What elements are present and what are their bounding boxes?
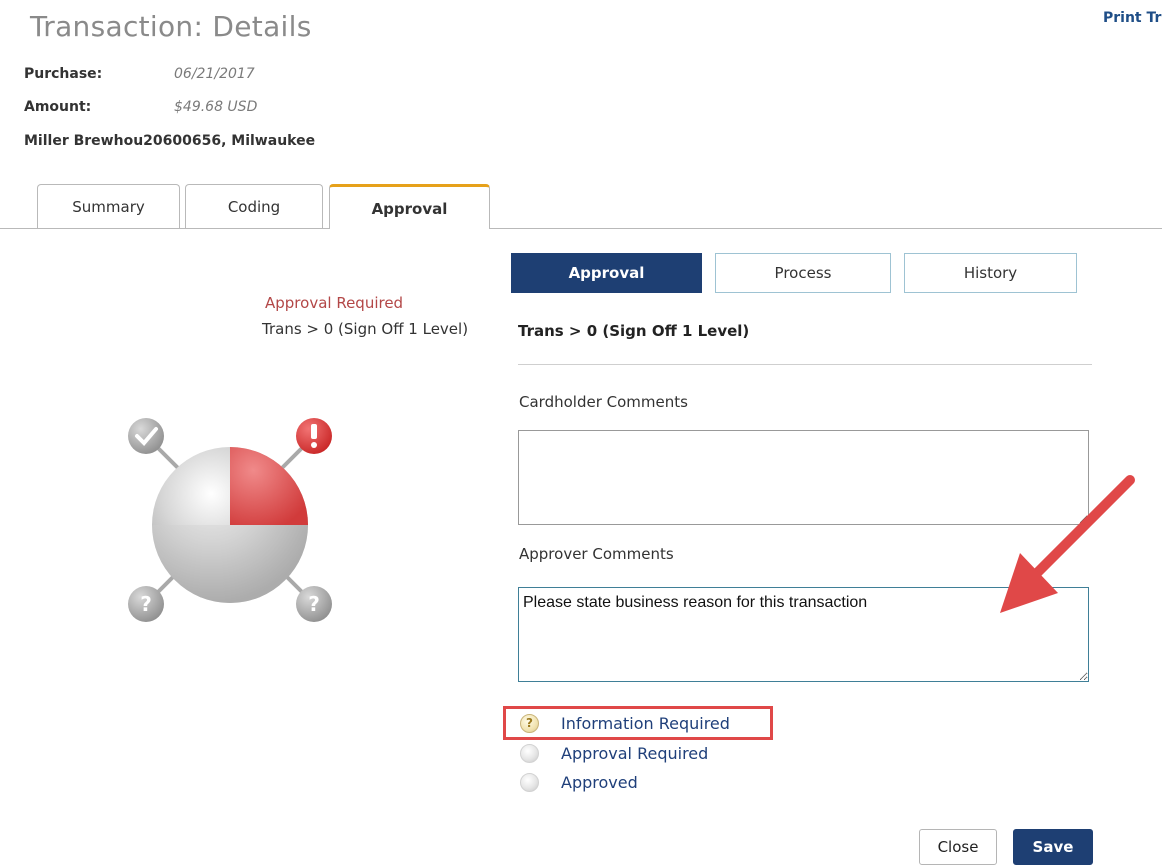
radio-empty-icon[interactable] <box>520 743 539 763</box>
page-title: Transaction: Details <box>30 10 312 43</box>
question-icon: ? <box>128 586 164 622</box>
subtab-process[interactable]: Process <box>715 253 891 293</box>
option-label: Approval Required <box>561 743 709 763</box>
approval-sphere-graphic: ? ? <box>120 410 340 630</box>
red-arrow-annotation <box>990 465 1150 630</box>
amount-label: Amount: <box>24 99 92 115</box>
tab-coding[interactable]: Coding <box>185 184 323 228</box>
svg-text:?: ? <box>308 592 320 616</box>
svg-text:?: ? <box>140 592 152 616</box>
save-button[interactable]: Save <box>1013 829 1093 865</box>
close-button[interactable]: Close <box>919 829 997 865</box>
check-icon <box>128 418 164 454</box>
cardholder-comments-label: Cardholder Comments <box>519 393 688 411</box>
option-label: Approved <box>561 772 638 792</box>
rule-heading: Trans > 0 (Sign Off 1 Level) <box>518 322 750 340</box>
question-icon: ? <box>296 586 332 622</box>
question-icon[interactable]: ? <box>520 713 539 733</box>
purchase-label: Purchase: <box>24 66 103 82</box>
merchant-name: Miller Brewhou20600656, Milwaukee <box>24 133 316 149</box>
section-divider <box>518 364 1092 365</box>
alert-icon <box>296 418 332 454</box>
tab-approval[interactable]: Approval <box>329 184 490 228</box>
option-label: Information Required <box>561 713 730 733</box>
approval-status: Approval Required <box>265 294 404 312</box>
tab-summary[interactable]: Summary <box>37 184 180 228</box>
option-information-required[interactable]: ? Information Required <box>520 712 730 734</box>
option-approved[interactable]: Approved <box>520 771 638 793</box>
print-transaction-link[interactable]: Print Tr <box>1103 10 1161 26</box>
approval-rule: Trans > 0 (Sign Off 1 Level) <box>262 320 469 338</box>
radio-empty-icon[interactable] <box>520 772 539 792</box>
subtab-approval[interactable]: Approval <box>511 253 702 293</box>
tab-active-gap <box>330 228 489 230</box>
amount-value: $49.68 USD <box>174 99 258 115</box>
purchase-date: 06/21/2017 <box>174 66 255 82</box>
approver-comments-label: Approver Comments <box>519 545 674 563</box>
subtab-history[interactable]: History <box>904 253 1077 293</box>
tab-baseline <box>0 228 1162 229</box>
option-approval-required[interactable]: Approval Required <box>520 742 708 764</box>
